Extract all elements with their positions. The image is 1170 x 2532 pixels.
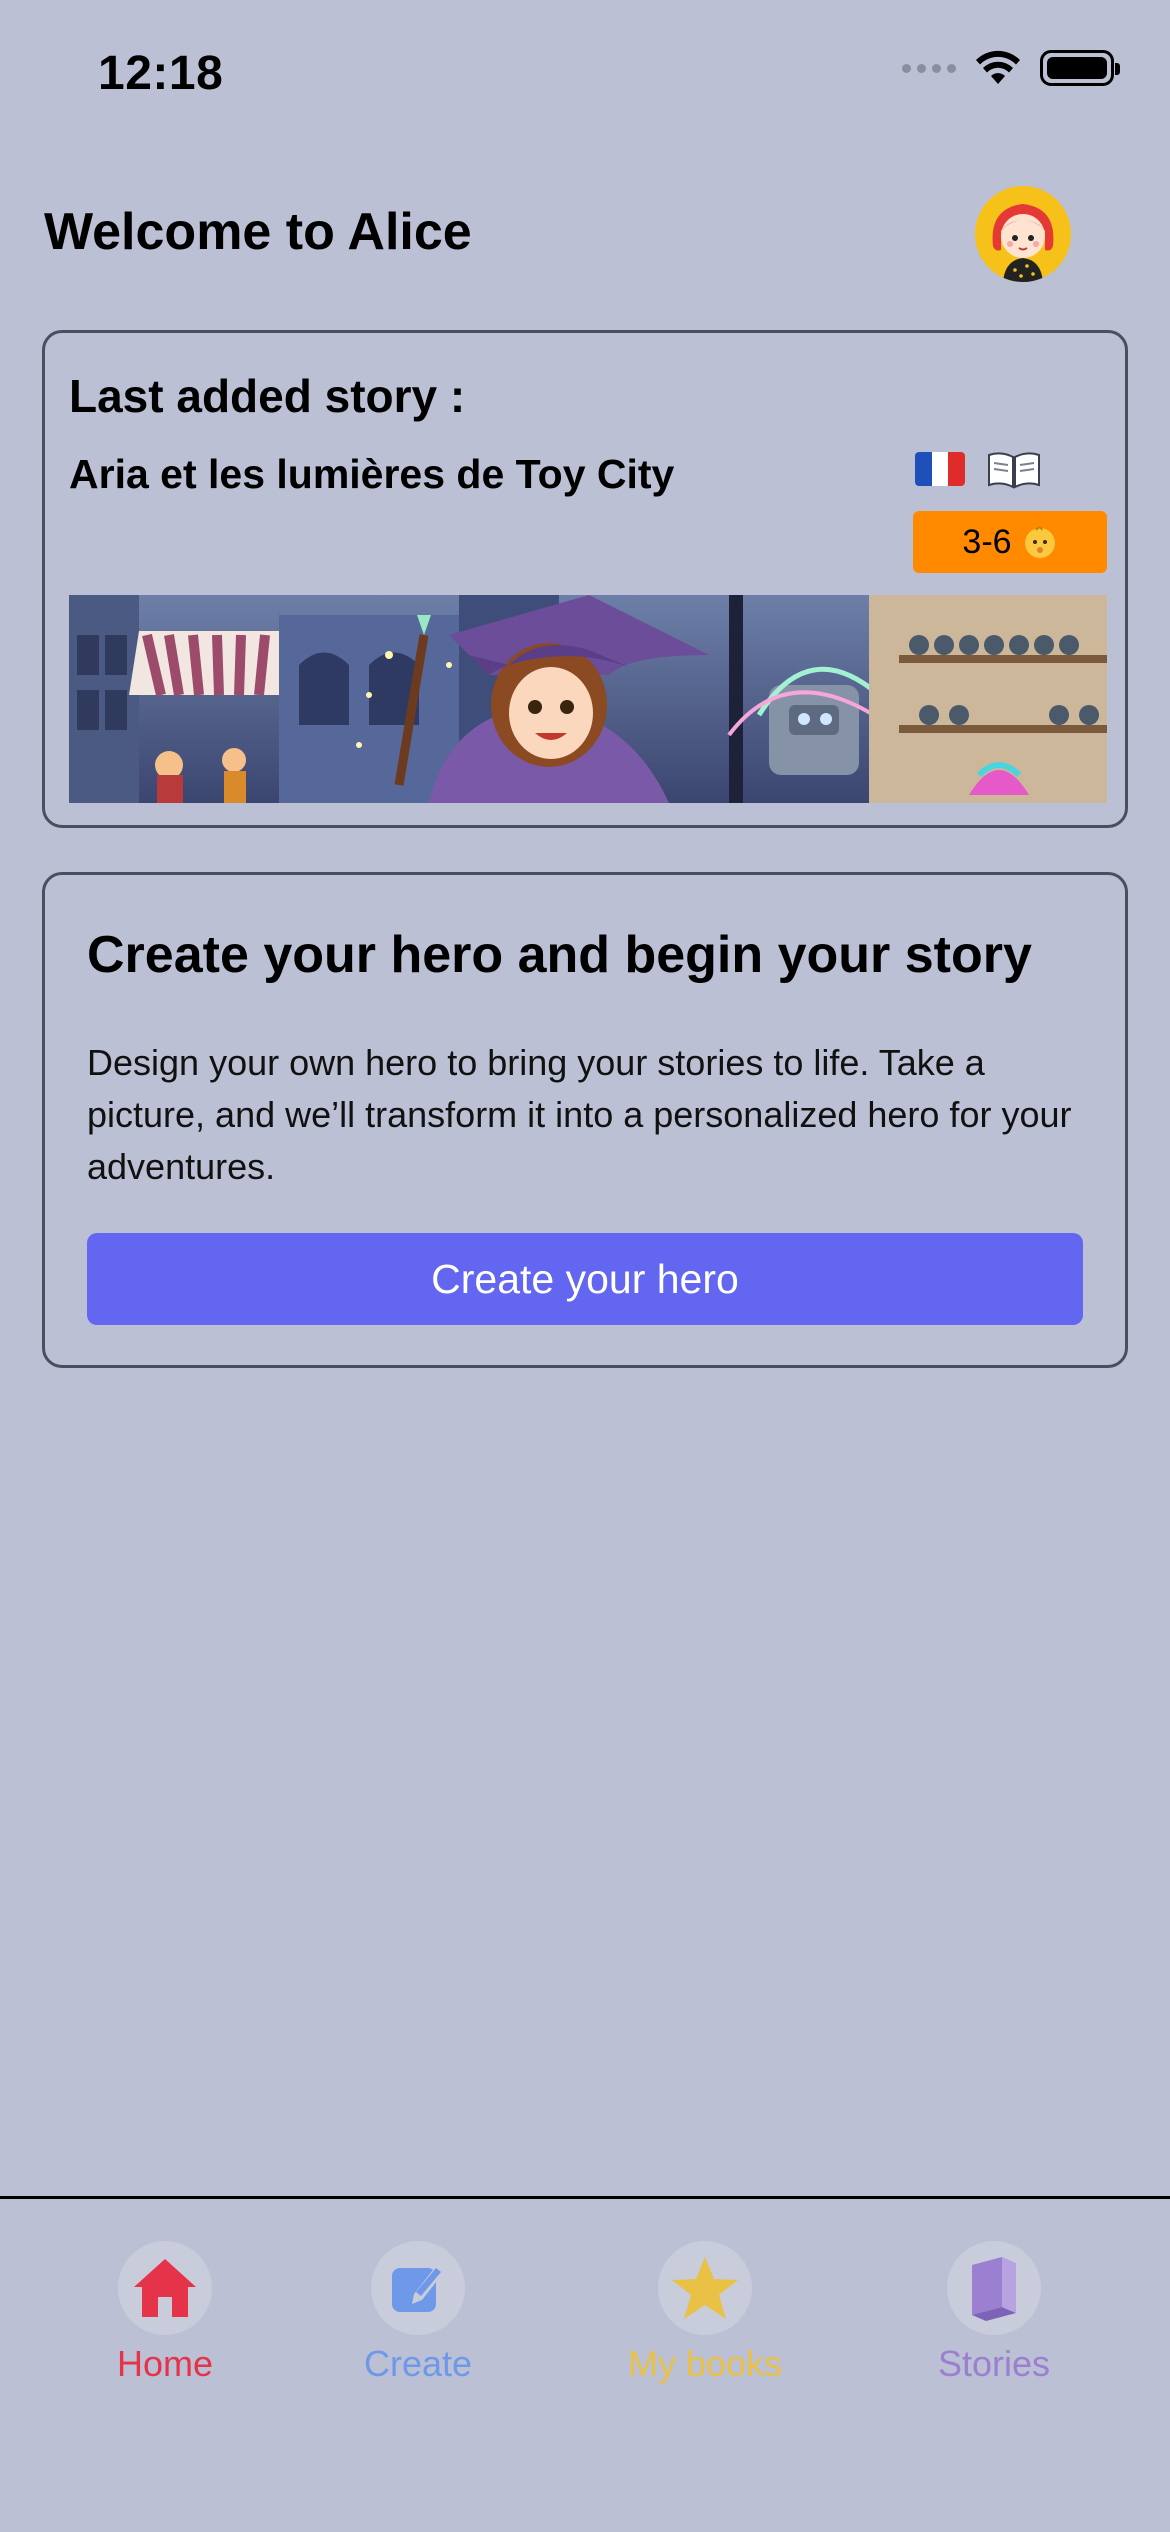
tab-stories-label: Stories [937, 2343, 1051, 2384]
create-hero-button[interactable]: Create your hero [87, 1233, 1083, 1325]
baby-face-icon [1024, 526, 1055, 558]
home-screen: 12:18 Welcome to Alice Last added story … [0, 0, 1170, 2532]
french-flag-icon [915, 452, 965, 486]
story-title: Aria et les lumières de Toy City [69, 451, 675, 497]
tab-stories[interactable]: Stories [884, 2241, 1104, 2391]
tab-home[interactable]: Home [55, 2241, 275, 2391]
wifi-icon [976, 50, 1020, 84]
status-icons [902, 50, 1120, 86]
hero-card-description: Design your own hero to bring your stori… [87, 1042, 1072, 1187]
house-icon [134, 2259, 196, 2317]
last-story-card[interactable]: Last added story : Aria et les lumières … [42, 330, 1128, 828]
cellular-signal-icon [902, 63, 956, 73]
tab-create-label: Create [363, 2343, 473, 2384]
book-icon [972, 2257, 1016, 2321]
tab-home-label: Home [116, 2343, 214, 2384]
tab-my-books-label: My books [627, 2343, 783, 2384]
pencil-square-icon [392, 2266, 444, 2312]
tab-create[interactable]: Create [308, 2241, 528, 2391]
star-icon [672, 2257, 738, 2319]
last-story-heading: Last added story : [69, 370, 466, 422]
page-title: Welcome to Alice [44, 203, 472, 261]
status-time: 12:18 [98, 47, 224, 100]
girl-avatar-icon[interactable] [975, 186, 1071, 282]
story-cover-image[interactable] [69, 595, 1107, 803]
tab-bar: Home Create My books Stories [0, 2196, 1170, 2532]
age-range-badge: 3-6 [913, 511, 1107, 573]
status-bar: 12:18 [0, 0, 1170, 150]
open-book-icon [988, 452, 1040, 489]
tab-my-books[interactable]: My books [595, 2241, 815, 2391]
hero-card-title: Create your hero and begin your story [87, 926, 1032, 984]
battery-icon [1040, 50, 1120, 86]
create-hero-card: Create your hero and begin your story De… [42, 872, 1128, 1368]
age-range-label: 3-6 [962, 522, 1012, 561]
story-meta-icons [915, 449, 1041, 489]
